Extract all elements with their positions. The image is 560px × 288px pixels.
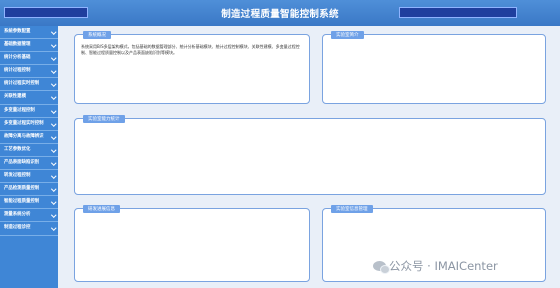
- chevron-down-icon: [50, 81, 56, 87]
- chevron-down-icon: [50, 186, 56, 192]
- panel-title: 系统概况: [83, 31, 111, 39]
- panel-title: 实验室简介: [331, 31, 364, 39]
- sidebar-item-label: 制造过程诊控: [4, 225, 31, 231]
- header-right-box: [399, 7, 517, 18]
- watermark-text: 公众号 · IMAICenter: [389, 259, 498, 273]
- sidebar-item-label: 故障分离与故障辨识: [4, 133, 44, 139]
- sidebar-item-label: 智能过程质量控制: [4, 199, 40, 205]
- panel-lab-capability: 实验室能力统计: [74, 115, 546, 195]
- sidebar-item-label: 关联性建模: [4, 94, 26, 100]
- sidebar-item[interactable]: 工艺参数优化: [0, 144, 58, 157]
- sidebar-item[interactable]: 产品表面缺陷识别: [0, 157, 58, 171]
- sidebar-item[interactable]: 多变量过程控制: [0, 105, 58, 118]
- chevron-down-icon: [50, 160, 56, 166]
- app-header: 制造过程质量智能控制系统: [0, 0, 560, 26]
- chevron-down-icon: [50, 147, 56, 153]
- sidebar-item[interactable]: 关联性建模: [0, 91, 58, 105]
- sidebar-item-label: 工艺参数优化: [4, 146, 31, 152]
- panel-lab-intro: 实验室简介: [322, 31, 546, 104]
- sidebar-item[interactable]: 统计分析基础: [0, 52, 58, 66]
- sidebar-item[interactable]: 统计过程实时控制: [0, 78, 58, 92]
- chevron-down-icon: [50, 212, 56, 218]
- chevron-down-icon: [50, 173, 56, 179]
- chevron-down-icon: [50, 134, 56, 139]
- sidebar-item-label: 统计过程实时控制: [4, 81, 40, 87]
- panel-title: 实验室信息管理: [331, 205, 373, 213]
- chevron-down-icon: [50, 94, 56, 100]
- sidebar-item-label: 多变量过程控制: [4, 107, 35, 113]
- panel-intro-text: 系统采用B/S多层架构模式，包括基础的数据管理部分、统计分析基础模块、统计过程控…: [81, 44, 300, 55]
- panel-title: 研发进展信息: [83, 205, 120, 213]
- sidebar-item-label: 统计过程控制: [4, 68, 31, 74]
- sidebar-item[interactable]: 测量系统分析: [0, 209, 58, 223]
- sidebar-item[interactable]: 基础数据管理: [0, 39, 58, 53]
- sidebar-item-label: 转发过程控制: [4, 173, 31, 179]
- chevron-down-icon: [50, 199, 56, 205]
- sidebar-item-label: 产品表面缺陷识别: [4, 159, 40, 165]
- chevron-down-icon: [50, 107, 56, 113]
- chevron-down-icon: [50, 225, 56, 231]
- panel-system-overview: 系统概况 系统采用B/S多层架构模式，包括基础的数据管理部分、统计分析基础模块、…: [74, 31, 310, 104]
- sidebar-item-label: 产品检测质量控制: [4, 186, 40, 192]
- watermark: 公众号 · IMAICenter: [373, 258, 498, 274]
- chevron-down-icon: [50, 29, 56, 35]
- sidebar-item-label: 多变量过程实时控制: [4, 120, 44, 126]
- sidebar-item-label: 统计分析基础: [4, 55, 31, 61]
- sidebar-item[interactable]: 转发过程控制: [0, 170, 58, 184]
- sidebar-item[interactable]: 系统参数配置: [0, 26, 58, 40]
- panel-research-progress: 研发进展信息: [74, 205, 310, 282]
- chevron-down-icon: [50, 68, 56, 74]
- sidebar-item-label: 测量系统分析: [4, 212, 31, 218]
- chevron-down-icon: [50, 42, 56, 48]
- sidebar-menu: 系统参数配置 基础数据管理 统计分析基础 统计过程控制统计过程实时控制 关联性建模多变量…: [0, 26, 58, 288]
- chevron-down-icon: [50, 120, 56, 126]
- sidebar-item-label: 基础数据管理: [4, 42, 31, 48]
- sidebar-item[interactable]: 智能过程质量控制: [0, 196, 58, 210]
- wechat-icon: [373, 261, 390, 274]
- sidebar-item-label: 系统参数配置: [4, 29, 31, 34]
- sidebar-item[interactable]: 制造过程诊控: [0, 222, 58, 236]
- sidebar-item[interactable]: 产品检测质量控制: [0, 183, 58, 197]
- sidebar-item[interactable]: 多变量过程实时控制: [0, 118, 58, 131]
- chevron-down-icon: [50, 55, 56, 61]
- sidebar-item[interactable]: 统计过程控制: [0, 65, 58, 79]
- sidebar-item[interactable]: 故障分离与故障辨识: [0, 131, 58, 144]
- panel-title: 实验室能力统计: [83, 115, 125, 123]
